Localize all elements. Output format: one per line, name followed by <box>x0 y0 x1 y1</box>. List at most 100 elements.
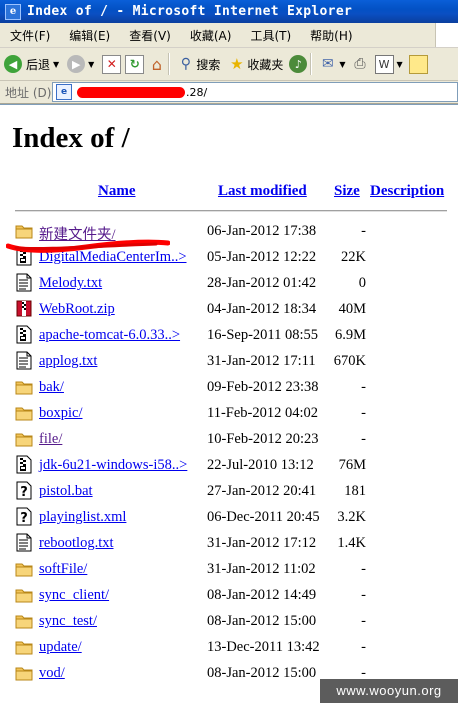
mail-icon: ✉ <box>321 56 334 72</box>
file-size: 6.9M <box>334 327 366 343</box>
discuss-button[interactable] <box>408 51 428 77</box>
folder-icon[interactable] <box>15 559 33 578</box>
file-size: 3.2K <box>337 509 366 525</box>
menu-item-accelerator: (A) <box>213 28 232 43</box>
stop-button[interactable]: ✕ <box>102 51 122 77</box>
menu-item[interactable]: 文件(F) <box>0 27 59 44</box>
menu-item[interactable]: 收藏(A) <box>180 27 241 44</box>
file-size: 670K <box>333 353 366 369</box>
menu-item[interactable]: 帮助(H) <box>300 27 361 44</box>
watermark: www.wooyun.org <box>320 679 458 703</box>
menu-item[interactable]: 编辑(E) <box>59 27 119 44</box>
column-header-size[interactable]: Size <box>334 183 360 200</box>
folder-icon[interactable] <box>15 585 33 604</box>
edit-page-icon: W <box>374 54 394 74</box>
refresh-button[interactable]: ↻ <box>125 51 145 77</box>
favorites-button[interactable]: ★ 收藏夹 <box>228 51 283 77</box>
svg-text:?: ? <box>20 511 28 526</box>
edit-button[interactable]: W ▼ <box>374 51 403 77</box>
compressed-file-icon[interactable] <box>15 325 33 344</box>
file-date: 05-Jan-2012 12:22 <box>207 249 317 265</box>
file-link[interactable]: playinglist.xml <box>39 509 126 526</box>
file-link[interactable]: file/ <box>39 431 62 448</box>
table-row: update/13-Dec-2011 13:42 - <box>0 635 458 661</box>
address-input[interactable]: e .28/ <box>52 82 458 102</box>
folder-icon[interactable] <box>15 663 33 682</box>
home-button[interactable]: ⌂ <box>148 51 165 77</box>
file-size: - <box>361 587 366 603</box>
page-icon: e <box>56 84 72 100</box>
menu-item[interactable]: 工具(T) <box>240 27 300 44</box>
file-link[interactable]: sync_client/ <box>39 587 109 604</box>
forward-button[interactable]: ▶ ▼ <box>67 51 94 77</box>
file-date: 08-Jan-2012 15:00 <box>207 613 317 629</box>
file-link[interactable]: bak/ <box>39 379 64 396</box>
folder-icon[interactable] <box>15 403 33 422</box>
menu-item-label: 文件 <box>10 28 35 43</box>
column-header-description[interactable]: Description <box>370 183 444 200</box>
file-link[interactable]: softFile/ <box>39 561 87 578</box>
file-date: 31-Jan-2012 11:02 <box>207 561 316 577</box>
file-date: 11-Feb-2012 04:02 <box>207 405 319 421</box>
toolbar: ◀ 后退 ▼ ▶ ▼ ✕ ↻ ⌂ ⚲ 搜索 ★ 收藏夹 ♪ ✉ ▼ ⎙ W ▼ <box>0 48 458 81</box>
column-header-name[interactable]: Name <box>98 183 136 200</box>
search-button[interactable]: ⚲ 搜索 <box>177 51 221 77</box>
file-date: 31-Jan-2012 17:11 <box>207 353 316 369</box>
address-url-suffix: .28/ <box>186 85 208 99</box>
mail-button[interactable]: ✉ ▼ <box>319 51 346 77</box>
back-label: 后退 <box>26 57 51 72</box>
file-link[interactable]: applog.txt <box>39 353 97 370</box>
unknown-file-icon[interactable]: ? <box>15 507 33 526</box>
menu-item-label: 工具 <box>250 28 275 43</box>
menu-item-label: 帮助 <box>310 28 335 43</box>
text-file-icon[interactable] <box>15 533 33 552</box>
column-header-last-modified[interactable]: Last modified <box>218 183 307 200</box>
file-size: - <box>361 379 366 395</box>
folder-icon[interactable] <box>15 637 33 656</box>
favorites-label: 收藏夹 <box>247 57 284 72</box>
table-row: ? pistol.bat 27-Jan-2012 20:41 181 <box>0 479 458 505</box>
file-link[interactable]: WebRoot.zip <box>39 301 115 318</box>
zip-archive-icon[interactable] <box>15 299 33 318</box>
back-button[interactable]: ◀ 后退 ▼ <box>4 51 59 77</box>
table-row: sync_client/08-Jan-2012 14:49 - <box>0 583 458 609</box>
redaction-scribble <box>6 239 170 253</box>
file-link[interactable]: Melody.txt <box>39 275 102 292</box>
toolbar-separator <box>310 53 313 75</box>
file-date: 16-Sep-2011 08:55 <box>207 327 319 343</box>
menu-item-accelerator: (E) <box>93 28 111 43</box>
page-title: Index of / <box>12 122 130 154</box>
text-file-icon[interactable] <box>15 273 33 292</box>
back-arrow-icon: ◀ <box>4 55 22 73</box>
file-size: - <box>361 223 366 239</box>
file-link[interactable]: rebootlog.txt <box>39 535 114 552</box>
file-link[interactable]: pistol.bat <box>39 483 93 500</box>
table-row: ? playinglist.xml 06-Dec-2011 20:45 3.2K <box>0 505 458 531</box>
compressed-file-icon[interactable] <box>15 455 33 474</box>
file-link[interactable]: vod/ <box>39 665 65 682</box>
file-link[interactable]: boxpic/ <box>39 405 83 422</box>
file-link[interactable]: update/ <box>39 639 82 656</box>
table-row: bak/09-Feb-2012 23:38 - <box>0 375 458 401</box>
star-icon: ★ <box>230 55 244 73</box>
folder-icon[interactable] <box>15 377 33 396</box>
file-link[interactable]: apache-tomcat-6.0.33..> <box>39 327 180 344</box>
file-size: 76M <box>338 457 366 473</box>
printer-icon: ⎙ <box>354 56 366 72</box>
folder-icon[interactable] <box>15 429 33 448</box>
folder-icon[interactable] <box>15 611 33 630</box>
table-row: sync_test/08-Jan-2012 15:00 - <box>0 609 458 635</box>
table-row: applog.txt 31-Jan-2012 17:11 670K <box>0 349 458 375</box>
menu-item[interactable]: 查看(V) <box>119 27 180 44</box>
file-date: 28-Jan-2012 01:42 <box>207 275 317 291</box>
window-title-bar[interactable]: e Index of / - Microsoft Internet Explor… <box>0 0 458 23</box>
media-button[interactable]: ♪ <box>289 51 308 77</box>
file-link[interactable]: sync_test/ <box>39 613 97 630</box>
home-icon: ⌂ <box>151 54 162 74</box>
file-link[interactable]: jdk-6u21-windows-i58..> <box>39 457 187 474</box>
file-date: 09-Feb-2012 23:38 <box>207 379 319 395</box>
chevron-down-icon: ▼ <box>339 59 346 69</box>
text-file-icon[interactable] <box>15 351 33 370</box>
unknown-file-icon[interactable]: ? <box>15 481 33 500</box>
print-button[interactable]: ⎙ <box>352 51 369 77</box>
